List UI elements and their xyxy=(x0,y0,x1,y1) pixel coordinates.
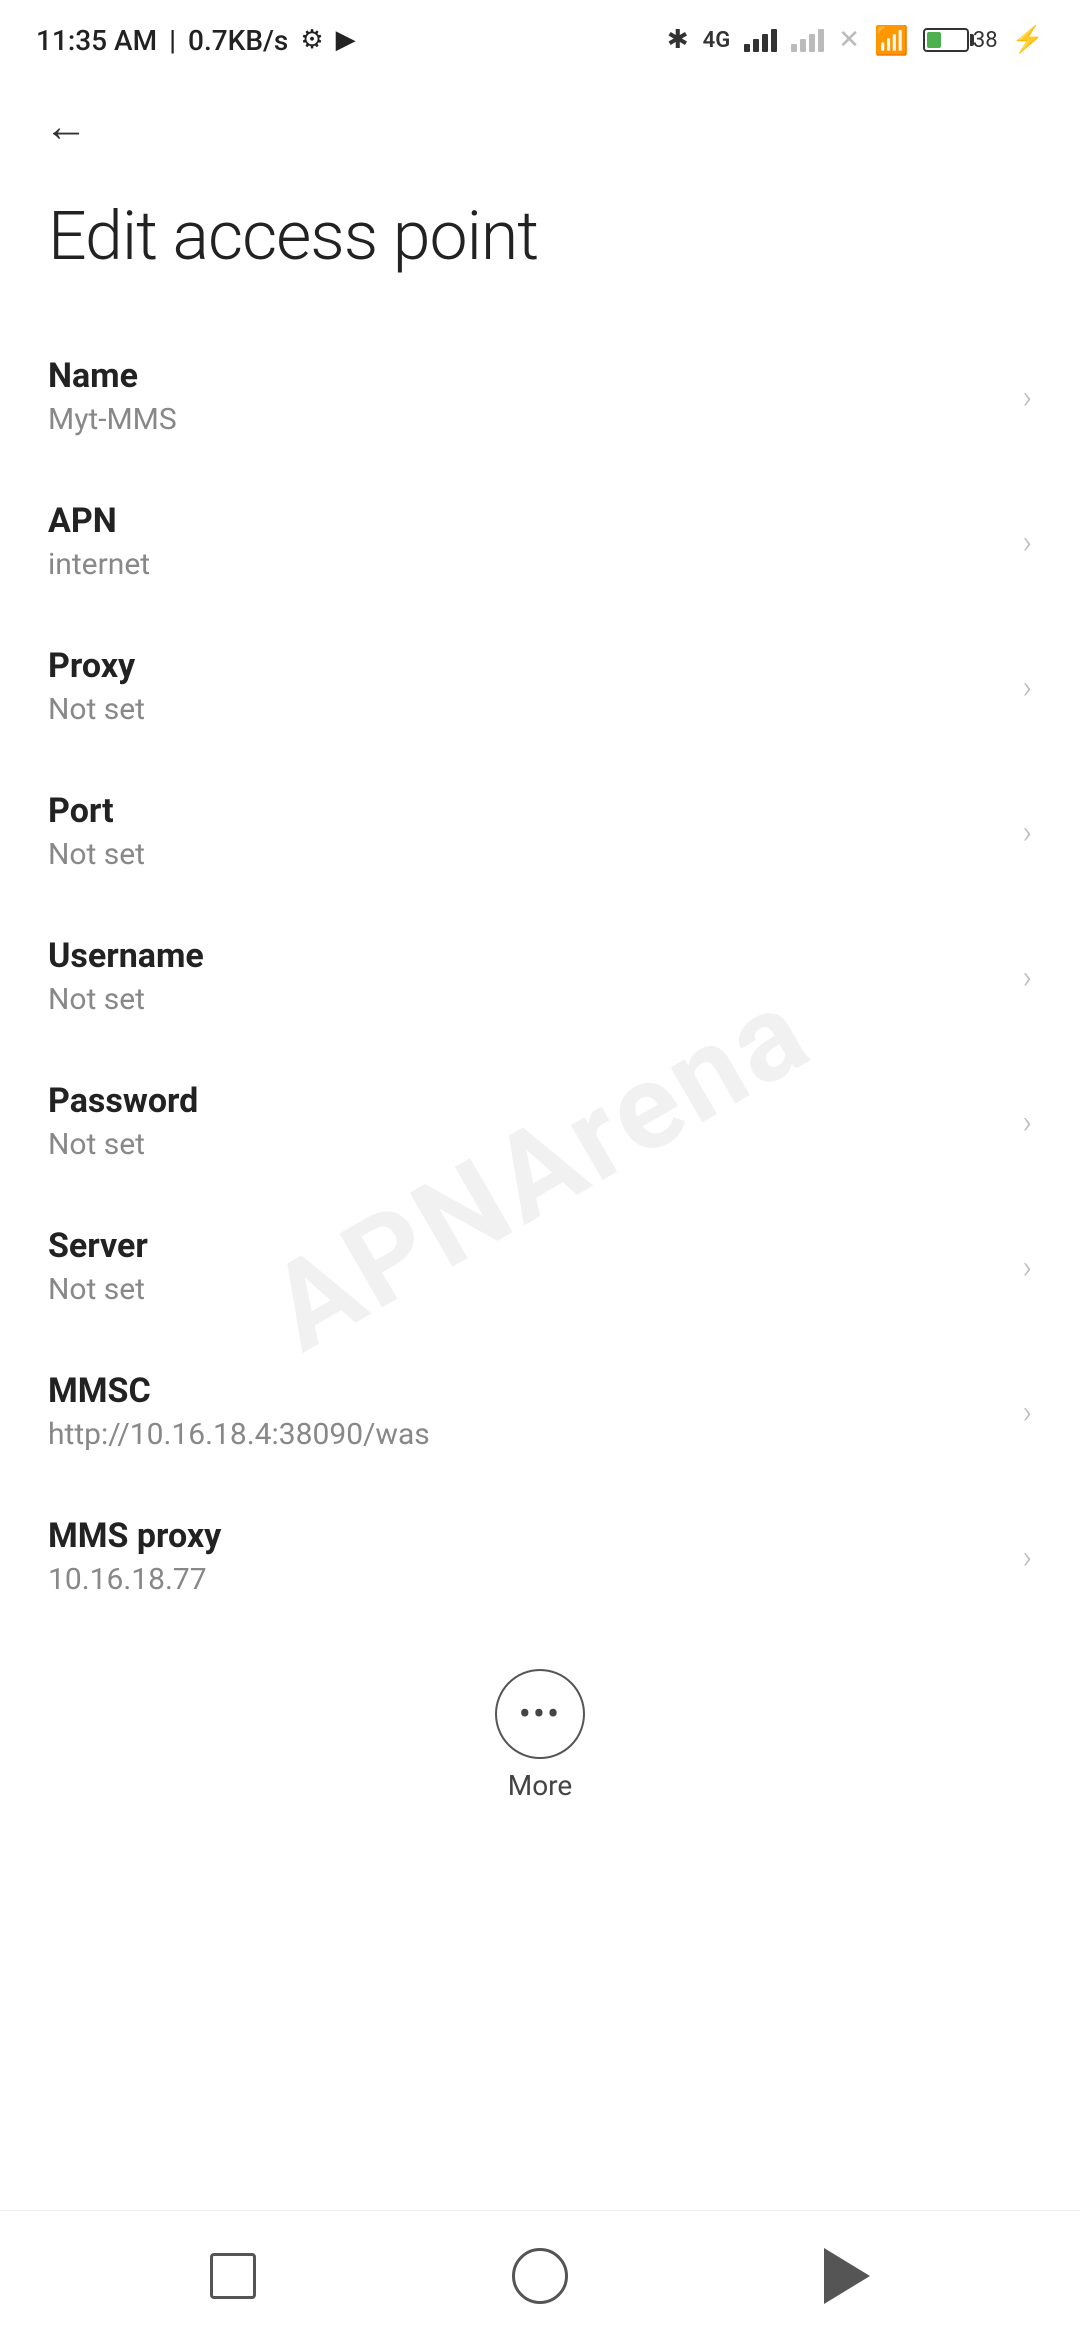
more-button[interactable]: ••• More xyxy=(495,1669,585,1802)
chevron-right-icon: › xyxy=(1022,1248,1032,1286)
more-icon-circle: ••• xyxy=(495,1669,585,1759)
settings-item-label: Password xyxy=(48,1081,1002,1121)
battery-percent: 38 xyxy=(973,28,998,53)
settings-item-value: Not set xyxy=(48,982,1002,1017)
settings-item-label: Username xyxy=(48,936,1002,976)
battery-container: 38 xyxy=(923,28,998,53)
status-bar: 11:35 AM | 0.7KB/s ⚙ ▶ ✱ 4G ✕ 📶 38 ⚡ xyxy=(0,0,1080,72)
back-button[interactable]: ← xyxy=(36,96,96,156)
signal-bars-1 xyxy=(744,29,777,52)
no-signal-icon: ✕ xyxy=(838,25,860,55)
chevron-right-icon: › xyxy=(1022,1103,1032,1141)
settings-item-value: Not set xyxy=(48,692,1002,727)
settings-item-label: Port xyxy=(48,791,1002,831)
settings-item-content: MMS proxy 10.16.18.77 xyxy=(48,1516,1002,1597)
chevron-right-icon: › xyxy=(1022,1393,1032,1431)
settings-item[interactable]: MMS proxy 10.16.18.77 › xyxy=(0,1484,1080,1629)
chevron-right-icon: › xyxy=(1022,958,1032,996)
settings-item-content: Password Not set xyxy=(48,1081,1002,1162)
settings-icon: ⚙ xyxy=(300,25,323,55)
settings-item-content: Proxy Not set xyxy=(48,646,1002,727)
chevron-right-icon: › xyxy=(1022,1538,1032,1576)
more-label: More xyxy=(508,1769,573,1802)
back-arrow-icon: ← xyxy=(44,100,88,152)
settings-item-value: 10.16.18.77 xyxy=(48,1562,1002,1597)
settings-item[interactable]: Port Not set › xyxy=(0,759,1080,904)
settings-item-label: Name xyxy=(48,356,1002,396)
signal-bars-2 xyxy=(791,29,824,52)
settings-item[interactable]: Proxy Not set › xyxy=(0,614,1080,759)
settings-item-content: APN internet xyxy=(48,501,1002,582)
settings-item[interactable]: Server Not set › xyxy=(0,1194,1080,1339)
camera-icon: ▶ xyxy=(336,25,356,55)
settings-item-value: Myt-MMS xyxy=(48,402,1002,437)
more-section: ••• More xyxy=(0,1629,1080,1822)
bluetooth-icon: ✱ xyxy=(667,25,689,55)
settings-item-content: Name Myt-MMS xyxy=(48,356,1002,437)
settings-item-label: APN xyxy=(48,501,1002,541)
settings-item[interactable]: Username Not set › xyxy=(0,904,1080,1049)
settings-item-content: Server Not set xyxy=(48,1226,1002,1307)
recents-icon xyxy=(210,2253,256,2299)
more-dots-icon: ••• xyxy=(519,1696,561,1732)
network-4g-label: 4G xyxy=(703,28,731,53)
toolbar: ← xyxy=(0,72,1080,172)
settings-item-content: Username Not set xyxy=(48,936,1002,1017)
battery-icon xyxy=(923,28,969,52)
speed-separator: | xyxy=(169,24,176,57)
settings-item-label: Server xyxy=(48,1226,1002,1266)
status-bar-right: ✱ 4G ✕ 📶 38 ⚡ xyxy=(667,24,1044,57)
speed-display: 0.7KB/s xyxy=(188,24,288,57)
nav-bar xyxy=(0,2210,1080,2340)
settings-item[interactable]: Password Not set › xyxy=(0,1049,1080,1194)
home-icon xyxy=(512,2248,568,2304)
time-display: 11:35 AM xyxy=(36,24,157,57)
battery-fill xyxy=(927,32,941,48)
chevron-right-icon: › xyxy=(1022,813,1032,851)
page-title: Edit access point xyxy=(0,172,1080,324)
settings-item-label: Proxy xyxy=(48,646,1002,686)
settings-item-value: Not set xyxy=(48,1127,1002,1162)
settings-item[interactable]: MMSC http://10.16.18.4:38090/was › xyxy=(0,1339,1080,1484)
settings-item[interactable]: APN internet › xyxy=(0,469,1080,614)
nav-recents-button[interactable] xyxy=(193,2236,273,2316)
settings-item-content: Port Not set xyxy=(48,791,1002,872)
chevron-right-icon: › xyxy=(1022,523,1032,561)
status-bar-left: 11:35 AM | 0.7KB/s ⚙ ▶ xyxy=(36,24,356,57)
settings-item-content: MMSC http://10.16.18.4:38090/was xyxy=(48,1371,1002,1452)
wifi-icon: 📶 xyxy=(874,24,909,57)
chevron-right-icon: › xyxy=(1022,378,1032,416)
settings-item-label: MMS proxy xyxy=(48,1516,1002,1556)
nav-home-button[interactable] xyxy=(500,2236,580,2316)
nav-back-button[interactable] xyxy=(807,2236,887,2316)
back-icon xyxy=(824,2248,870,2304)
settings-list: Name Myt-MMS › APN internet › Proxy Not … xyxy=(0,324,1080,1629)
settings-item-value: internet xyxy=(48,547,1002,582)
settings-item-value: Not set xyxy=(48,837,1002,872)
settings-item-value: http://10.16.18.4:38090/was xyxy=(48,1417,1002,1452)
settings-item-value: Not set xyxy=(48,1272,1002,1307)
settings-item[interactable]: Name Myt-MMS › xyxy=(0,324,1080,469)
charging-icon: ⚡ xyxy=(1012,25,1044,55)
chevron-right-icon: › xyxy=(1022,668,1032,706)
settings-item-label: MMSC xyxy=(48,1371,1002,1411)
